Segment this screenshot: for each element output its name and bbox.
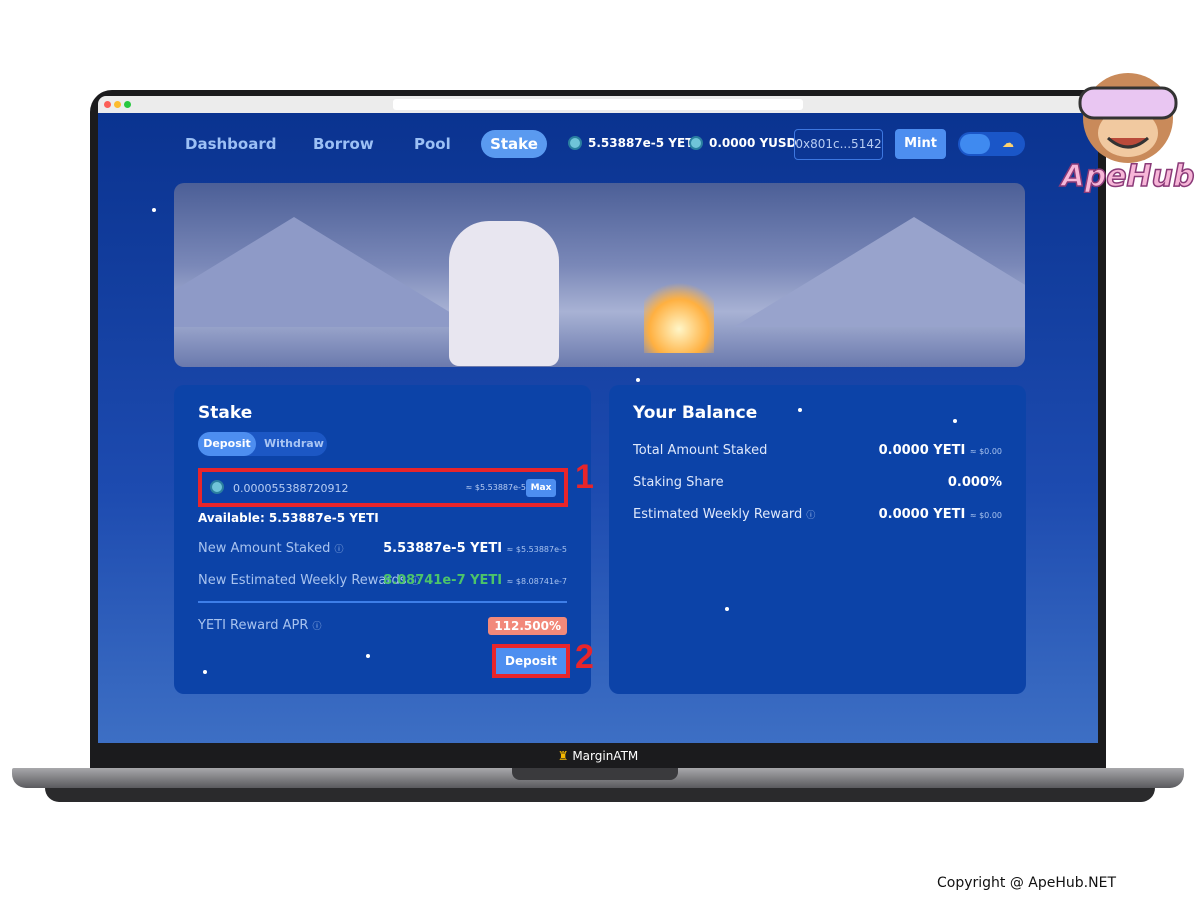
snowflake [366, 654, 370, 658]
maximize-window-icon[interactable] [124, 101, 131, 108]
stake-amount-input[interactable]: 0.000055388720912 ≈ $5.53887e-5 Max [198, 468, 568, 507]
laptop-notch [512, 768, 678, 780]
new-weekly-rewards-row: New Estimated Weekly Rewards ⓘ 8.08741e-… [198, 573, 567, 588]
yeti-balance-text: 5.53887e-5 YETI [588, 136, 698, 150]
nav-stake[interactable]: Stake [481, 130, 547, 158]
snowflake [725, 607, 729, 611]
value-text: 0.0000 YETI [878, 443, 966, 458]
amount-value: 0.000055388720912 [233, 482, 349, 495]
snowflake [152, 208, 156, 212]
value-text: 0.0000 YETI [878, 507, 966, 522]
nav-borrow[interactable]: Borrow [313, 135, 374, 153]
svg-text:ApeHub: ApeHub [1060, 159, 1195, 193]
staking-share-row: Staking Share 0.000% [633, 475, 1002, 490]
hero-banner-image [174, 183, 1025, 367]
amount-usd: ≈ $5.53887e-5 [465, 483, 526, 492]
apehub-logo: ApeHub [1058, 68, 1198, 195]
apr-label: YETI Reward APR [198, 618, 309, 633]
yeti-coin-icon [568, 136, 582, 150]
theme-toggle[interactable]: ☁ [958, 132, 1025, 156]
row-value: 5.53887e-5 YETI ≈ $5.53887e-5 [383, 541, 567, 556]
wallet-address-button[interactable]: 0x801c...5142 [794, 129, 883, 160]
yeti-character [449, 221, 559, 366]
yeti-coin-icon [210, 480, 224, 494]
yusd-balance: 0.0000 YUSD [689, 136, 797, 150]
browser-toolbar [98, 96, 1098, 113]
value-usd: ≈ $8.08741e-7 [506, 577, 567, 586]
nav-pool[interactable]: Pool [414, 135, 451, 153]
row-value: 0.0000 YETI ≈ $0.00 [879, 507, 1002, 522]
laptop-foot [45, 788, 1155, 802]
new-amount-staked-row: New Amount Staked ⓘ 5.53887e-5 YETI ≈ $5… [198, 541, 567, 556]
app-screen: Dashboard Borrow Pool Stake 5.53887e-5 Y… [98, 113, 1098, 743]
help-icon[interactable]: ⓘ [313, 622, 322, 632]
weekly-reward-row: Estimated Weekly Reward ⓘ 0.0000 YETI ≈ $… [633, 507, 1002, 522]
total-staked-row: Total Amount Staked 0.0000 YETI ≈ $0.00 [633, 443, 1002, 458]
deposit-button-highlight: Deposit [492, 644, 570, 678]
balance-title: Your Balance [633, 403, 758, 423]
row-label: New Estimated Weekly Rewards [198, 573, 407, 588]
snowflake [798, 408, 802, 412]
close-window-icon[interactable] [104, 101, 111, 108]
deposit-button[interactable]: Deposit [496, 648, 566, 674]
marginatm-logo-icon: ♜ [557, 749, 569, 763]
stake-title: Stake [198, 403, 253, 423]
minimize-window-icon[interactable] [114, 101, 121, 108]
snowflake [203, 670, 207, 674]
help-icon[interactable]: ⓘ [806, 511, 815, 521]
copyright-text: Copyright @ ApeHub.NET [937, 875, 1116, 891]
bezel-app-name: MarginATM [572, 749, 639, 763]
divider [198, 601, 567, 603]
row-value: 0.000% [947, 475, 1002, 490]
mountain [174, 217, 474, 327]
tab-deposit[interactable]: Deposit [198, 432, 256, 456]
yusd-coin-icon [689, 136, 703, 150]
mint-button[interactable]: Mint [895, 129, 946, 159]
address-bar[interactable] [393, 99, 803, 110]
annotation-1: 1 [575, 458, 594, 496]
row-label: Total Amount Staked [633, 443, 768, 458]
snowflake [953, 419, 957, 423]
annotation-2: 2 [575, 638, 594, 676]
toggle-knob [960, 134, 990, 154]
top-nav: Dashboard Borrow Pool Stake 5.53887e-5 Y… [98, 129, 1098, 160]
mountain [734, 217, 1025, 327]
nav-dashboard[interactable]: Dashboard [185, 135, 276, 153]
available-balance: Available: 5.53887e-5 YETI [198, 511, 379, 525]
stake-card: Stake Deposit Withdraw 0.000055388720912… [174, 385, 591, 694]
apr-badge: 112.500% [488, 617, 567, 635]
value-usd: ≈ $0.00 [969, 511, 1002, 520]
balance-card: Your Balance Total Amount Staked 0.0000 Y… [609, 385, 1026, 694]
row-label: Estimated Weekly Reward [633, 507, 803, 522]
campfire [644, 273, 714, 353]
yusd-balance-text: 0.0000 YUSD [709, 136, 797, 150]
laptop-bottom-bezel: ♜ MarginATM [98, 743, 1098, 770]
snowflake [636, 378, 640, 382]
value-usd: ≈ $0.00 [969, 447, 1002, 456]
cloud-icon: ☁ [1002, 136, 1014, 150]
tab-withdraw[interactable]: Withdraw [264, 432, 324, 456]
yeti-balance: 5.53887e-5 YETI [568, 136, 698, 150]
value-usd: ≈ $5.53887e-5 [506, 545, 567, 554]
row-value: 0.0000 YETI ≈ $0.00 [879, 443, 1002, 458]
stake-tabs: Deposit Withdraw [198, 432, 327, 456]
value-text: 5.53887e-5 YETI [383, 541, 503, 556]
max-button[interactable]: Max [526, 479, 556, 497]
row-label: Staking Share [633, 475, 724, 490]
row-label: New Amount Staked [198, 541, 331, 556]
help-icon[interactable]: ⓘ [334, 545, 343, 555]
row-value: 8.08741e-7 YETI ≈ $8.08741e-7 [383, 573, 567, 588]
value-text: 8.08741e-7 YETI [383, 573, 503, 588]
